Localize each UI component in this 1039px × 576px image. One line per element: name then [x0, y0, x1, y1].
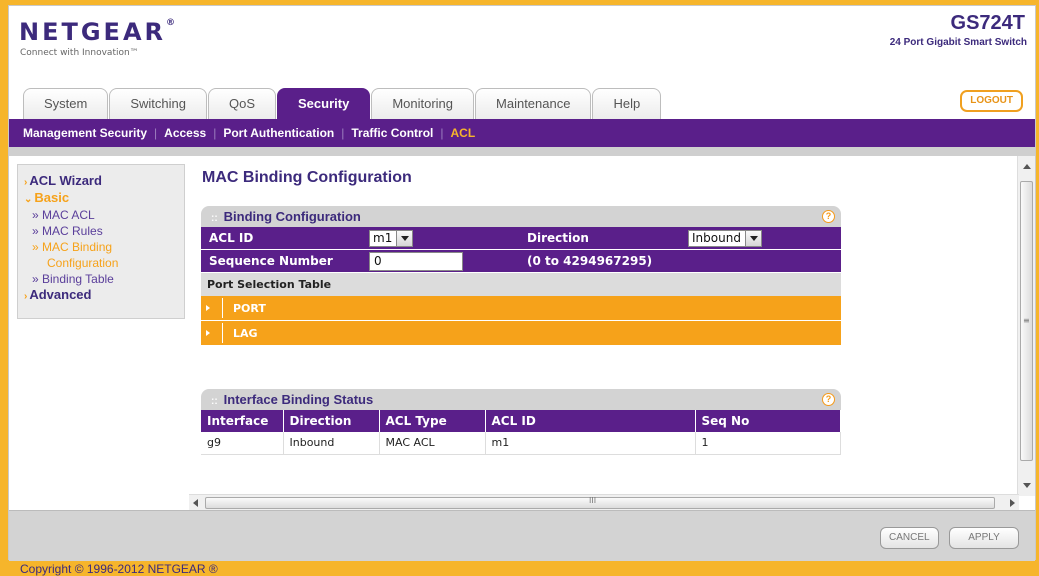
scroll-right-icon[interactable]: [1010, 499, 1015, 507]
tab-monitoring[interactable]: Monitoring: [371, 88, 475, 119]
sequence-number-input[interactable]: 0: [369, 251, 463, 271]
subnav-access[interactable]: Access: [164, 126, 206, 140]
sidebar-item-basic[interactable]: ⌄ Basic: [24, 190, 178, 207]
direction-select[interactable]: Inbound: [688, 229, 762, 247]
tab-maintenance[interactable]: Maintenance: [475, 88, 592, 119]
main-tabs: System Switching QoS Security Monitoring…: [23, 88, 662, 119]
sequence-range: (0 to 4294967295): [527, 254, 653, 268]
sidebar: › ACL Wizard ⌄ Basic » MAC ACL » MAC Rules…: [17, 164, 185, 319]
table-cell: m1: [485, 432, 696, 455]
sidebar-item-advanced[interactable]: › Advanced: [24, 287, 178, 304]
horizontal-scrollbar[interactable]: III: [189, 494, 1019, 510]
table-cell: g9: [201, 432, 284, 455]
panel-header: :: Binding Configuration ?: [201, 206, 841, 227]
chevron-down-icon: [744, 230, 761, 246]
column-header: Direction: [283, 410, 380, 432]
column-header: Interface: [201, 410, 284, 432]
column-header: ACL Type: [379, 410, 486, 432]
content-area: › ACL Wizard ⌄ Basic » MAC ACL » MAC Rules…: [9, 156, 1035, 510]
table-cell: 1: [695, 432, 841, 455]
tab-system[interactable]: System: [23, 88, 109, 119]
status-table: Interface Direction ACL Type ACL ID Seq …: [201, 410, 841, 455]
chevron-down-icon: [396, 230, 413, 246]
sequence-label: Sequence Number: [209, 254, 333, 268]
netgear-logo: NETGEAR®: [19, 18, 175, 46]
scroll-up-icon[interactable]: [1023, 164, 1031, 169]
model-description: 24 Port Gigabit Smart Switch: [889, 37, 1027, 48]
panel-header: :: Interface Binding Status ?: [201, 389, 841, 410]
subnav-management-security[interactable]: Management Security: [23, 126, 147, 140]
expand-icon[interactable]: [203, 323, 223, 343]
acl-id-label: ACL ID: [209, 231, 254, 245]
scroll-left-icon[interactable]: [193, 499, 198, 507]
sequence-row: Sequence Number 0 (0 to 4294967295): [201, 250, 841, 273]
sub-navigation: Management Security | Access | Port Auth…: [9, 119, 1035, 147]
subnav-traffic-control[interactable]: Traffic Control: [351, 126, 433, 140]
sidebar-item-mac-acl[interactable]: » MAC ACL: [24, 207, 178, 223]
divider: [9, 147, 1035, 156]
grip-icon: ::: [211, 396, 218, 407]
subnav-separator: |: [213, 126, 217, 140]
subnav-acl[interactable]: ACL: [451, 126, 476, 140]
app-window: NETGEAR® Connect with Innovation™ GS724T…: [8, 5, 1036, 561]
table-cell: MAC ACL: [379, 432, 486, 455]
port-row[interactable]: PORT: [201, 296, 841, 321]
table-cell: Inbound: [283, 432, 380, 455]
help-icon[interactable]: ?: [822, 210, 835, 223]
subnav-separator: |: [154, 126, 158, 140]
logout-button[interactable]: LOGOUT: [960, 90, 1023, 112]
sidebar-item-mac-rules[interactable]: » MAC Rules: [24, 223, 178, 239]
binding-configuration-panel: :: Binding Configuration ? ACL ID m1 Dire…: [201, 206, 841, 346]
arrow-down-icon: ⌄: [24, 194, 33, 205]
tab-switching[interactable]: Switching: [109, 88, 207, 119]
arrow-right-icon: ›: [24, 177, 28, 188]
sidebar-item-acl-wizard[interactable]: › ACL Wizard: [24, 173, 178, 190]
lag-row[interactable]: LAG: [201, 321, 841, 346]
tagline: Connect with Innovation™: [20, 48, 139, 58]
table-row: g9 Inbound MAC ACL m1 1: [201, 432, 841, 455]
interface-binding-status-panel: :: Interface Binding Status ? Interface D…: [201, 389, 841, 455]
port-selection-label: Port Selection Table: [201, 273, 841, 296]
acl-id-select[interactable]: m1: [369, 229, 414, 247]
apply-button[interactable]: APPLY: [949, 527, 1019, 549]
column-header: Seq No: [695, 410, 841, 432]
page-title: MAC Binding Configuration: [202, 169, 412, 186]
subnav-port-authentication[interactable]: Port Authentication: [223, 126, 334, 140]
acl-id-row: ACL ID m1 Direction Inbound: [201, 227, 841, 250]
scroll-thumb[interactable]: [205, 497, 995, 509]
scroll-down-icon[interactable]: [1023, 483, 1031, 488]
grip-icon: ≡: [1023, 316, 1030, 325]
column-header: ACL ID: [485, 410, 696, 432]
tab-help[interactable]: Help: [592, 88, 662, 119]
expand-icon[interactable]: [203, 298, 223, 318]
tab-security[interactable]: Security: [277, 88, 371, 119]
arrow-right-icon: ›: [24, 291, 28, 302]
direction-label: Direction: [527, 231, 589, 245]
subnav-separator: |: [341, 126, 345, 140]
subnav-separator: |: [440, 126, 444, 140]
vertical-scrollbar[interactable]: ≡: [1017, 156, 1035, 496]
tab-qos[interactable]: QoS: [207, 88, 276, 119]
copyright: Copyright © 1996-2012 NETGEAR ®: [20, 562, 218, 576]
help-icon[interactable]: ?: [822, 393, 835, 406]
sidebar-item-binding-table[interactable]: » Binding Table: [24, 271, 178, 287]
grip-icon: III: [589, 496, 597, 505]
header: NETGEAR® Connect with Innovation™ GS724T…: [9, 6, 1035, 124]
grip-icon: ::: [211, 213, 218, 224]
footer-bar: CANCEL APPLY: [9, 510, 1035, 561]
cancel-button[interactable]: CANCEL: [880, 527, 939, 549]
main-panel: MAC Binding Configuration :: Binding Conf…: [197, 156, 1017, 496]
sidebar-item-mac-binding[interactable]: » MAC Binding Configuration: [24, 239, 178, 271]
model-name: GS724T: [950, 12, 1025, 34]
